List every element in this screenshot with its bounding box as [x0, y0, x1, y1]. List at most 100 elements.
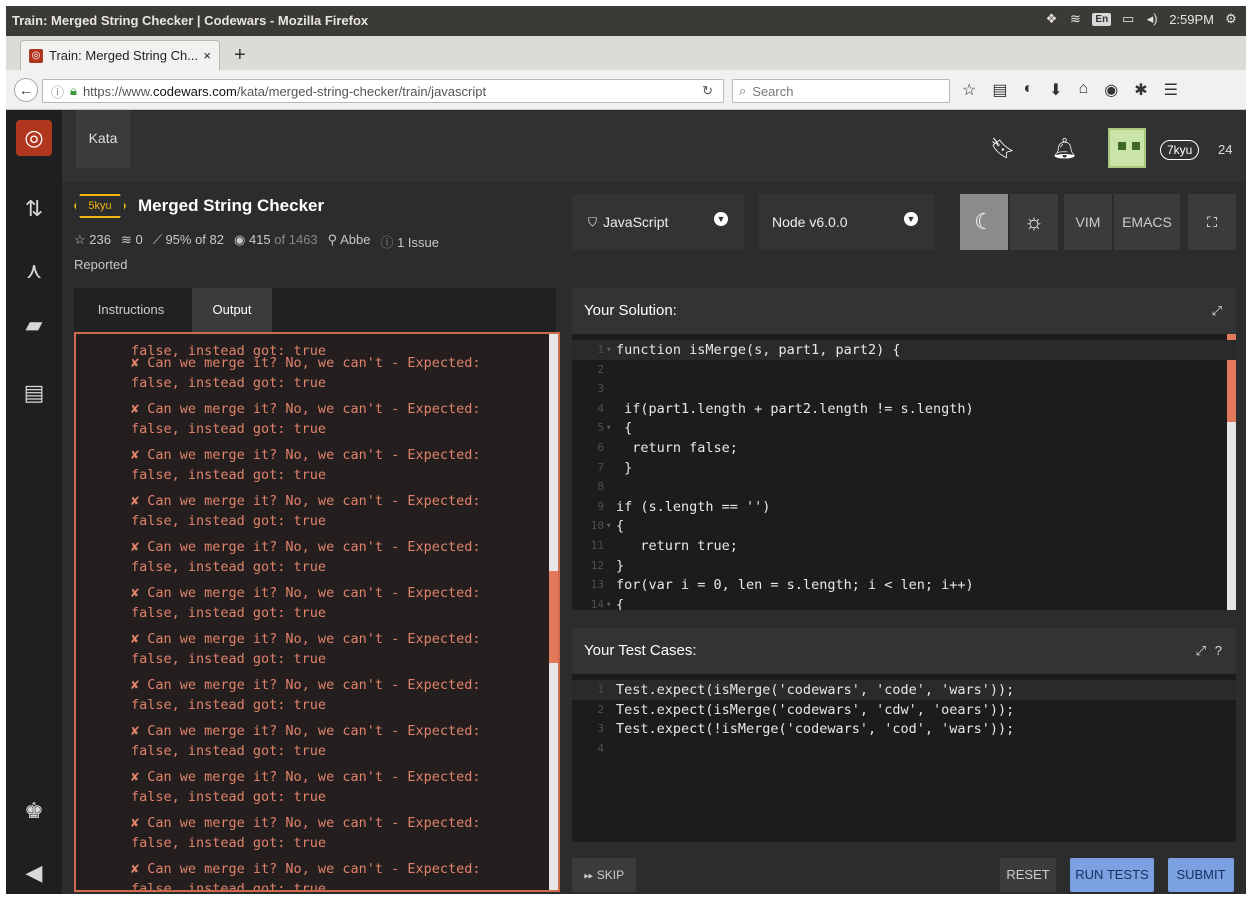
fail-detail-line: false, instead got: true — [131, 835, 327, 851]
announcements-icon[interactable]: ◀ — [6, 860, 62, 886]
fail-detail-line: false, instead got: true — [131, 421, 327, 437]
fullscreen-icon[interactable]: ⛶ — [1188, 194, 1236, 250]
expand-icon[interactable]: ⤢ — [1196, 628, 1206, 674]
output-fail-entry: ✘ Can we merge it? No, we can't - Expect… — [131, 859, 551, 890]
language-select[interactable]: ⛉ JavaScript ▼ — [572, 194, 744, 250]
code-line[interactable]: 3 — [572, 379, 1236, 399]
code-line[interactable]: 2 — [572, 360, 1236, 380]
back-arrow-icon[interactable]: ← — [14, 78, 38, 102]
issues-link[interactable]: ⓘ 1 Issue — [380, 232, 439, 251]
codewars-logo-icon[interactable]: ◎ — [16, 120, 52, 156]
line-number: 1 — [597, 683, 604, 696]
search-icon: ⌕ — [739, 83, 747, 98]
dropbox-icon[interactable]: ❖ — [1044, 11, 1058, 27]
kata-title[interactable]: Merged String Checker — [138, 196, 324, 216]
settings-gear-icon[interactable]: ⚙ — [1224, 11, 1238, 27]
author-link[interactable]: ⚲ Abbe — [328, 232, 371, 251]
kata-nav-label[interactable]: Kata — [76, 110, 130, 168]
menu-icon[interactable]: ☰ — [1164, 80, 1178, 100]
code-text: { — [616, 420, 633, 437]
home-icon[interactable]: ⌂ — [1079, 80, 1089, 100]
fail-message-line: ✘ Can we merge it? No, we can't - Expect… — [131, 677, 481, 693]
code-text: for(var i = 0, len = s.length; i < len; … — [616, 577, 974, 594]
dark-theme-moon-icon[interactable]: ☾ — [960, 194, 1008, 250]
practice-icon[interactable]: ⋏ — [6, 258, 62, 284]
completed-total: of 1463 — [274, 232, 318, 247]
fail-message-line: ✘ Can we merge it? No, we can't - Expect… — [131, 815, 481, 831]
code-line[interactable]: 1 ▾ function isMerge(s, part1, part2) { — [572, 340, 1236, 360]
wifi-icon[interactable]: ≋ — [1068, 11, 1082, 27]
reading-list-icon[interactable]: ▤ — [992, 80, 1007, 100]
code-line[interactable]: 13 for(var i = 0, len = s.length; i < len… — [572, 575, 1236, 595]
skip-button[interactable]: ⏩︎ SKIP — [572, 858, 636, 892]
pocket-icon[interactable]: ◐ — [1023, 80, 1033, 100]
training-icon[interactable]: ⇅ — [6, 196, 62, 222]
solution-editor[interactable]: 1 ▾ function isMerge(s, part1, part2) {2 3 4… — [572, 334, 1236, 610]
fold-arrow-icon[interactable]: ▾ — [606, 595, 611, 610]
line-number: 11 — [590, 539, 604, 552]
fold-arrow-icon[interactable]: ▾ — [606, 340, 611, 360]
window-title: Train: Merged String Checker | Codewars … — [12, 13, 369, 28]
collections-count[interactable]: ≋ 0 — [121, 232, 143, 251]
url-bar[interactable]: ⓘ 🔒︎ https://www. codewars.com/kata/merge… — [42, 79, 724, 103]
extensions-icon[interactable]: ✱ — [1134, 80, 1147, 100]
code-line[interactable]: 7 } — [572, 458, 1236, 478]
keyboard-layout-indicator[interactable]: En — [1092, 12, 1112, 26]
line-number: 4 — [597, 741, 604, 755]
search-input[interactable]: ⌕ Search — [732, 79, 950, 103]
code-line[interactable]: 8 — [572, 477, 1236, 497]
output-panel[interactable]: ✘ Can we merge it? No, we can't - Expect… — [74, 332, 560, 892]
clock[interactable]: 2:59PM — [1169, 12, 1214, 27]
avatar[interactable] — [1108, 128, 1146, 168]
expand-icon[interactable]: ⤢ — [1212, 288, 1222, 334]
vim-mode-button[interactable]: VIM — [1064, 194, 1112, 250]
chat-icon[interactable]: ◉ — [1104, 80, 1118, 100]
output-scrollbar[interactable] — [549, 334, 558, 890]
code-line[interactable]: 9 if (s.length == '') — [572, 497, 1236, 517]
fail-detail-line: false, instead got: true — [131, 697, 327, 713]
code-text: { — [616, 518, 625, 535]
leaderboard-trophy-icon[interactable]: ♚ — [6, 798, 62, 824]
tab-output[interactable]: Output — [192, 288, 272, 332]
output-scroll-thumb[interactable] — [549, 571, 558, 663]
code-line[interactable]: 1 Test.expect(isMerge('codewars', 'code',… — [572, 680, 1236, 700]
code-text: Test.expect(isMerge('codewars', 'code', … — [616, 682, 1015, 698]
test-cases-editor[interactable]: 1 Test.expect(isMerge('codewars', 'code',… — [572, 674, 1236, 842]
bookmark-star-icon[interactable]: ☆ — [962, 80, 976, 100]
code-line[interactable]: 11 return true; — [572, 536, 1236, 556]
tab-close-icon[interactable]: × — [203, 48, 211, 63]
code-line[interactable]: 4 — [572, 739, 1236, 759]
chevron-down-icon: ▼ — [714, 212, 728, 226]
notifications-bell-icon[interactable]: 🔔︎ — [1052, 136, 1077, 161]
reset-button[interactable]: RESET — [1000, 858, 1056, 892]
new-tab-button[interactable]: + — [234, 44, 246, 67]
code-line[interactable]: 6 return false; — [572, 438, 1236, 458]
help-icon[interactable]: ? — [1215, 628, 1222, 674]
tab-instructions[interactable]: Instructions — [74, 288, 188, 332]
fold-arrow-icon[interactable]: ▾ — [606, 516, 611, 536]
battery-icon[interactable]: ▭ — [1121, 11, 1135, 27]
reload-icon[interactable]: ↻ — [702, 83, 713, 99]
stars-count[interactable]: ☆ 236 — [74, 232, 111, 251]
code-line[interactable]: 5 ▾ { — [572, 418, 1236, 438]
code-line[interactable]: 12} — [572, 556, 1236, 576]
fold-arrow-icon[interactable]: ▾ — [606, 418, 611, 438]
docs-icon[interactable]: ▤ — [6, 380, 62, 406]
run-tests-button[interactable]: RUN TESTS — [1070, 858, 1154, 892]
code-line[interactable]: 14 ▾ { — [572, 595, 1236, 610]
volume-icon[interactable]: ◂) — [1145, 11, 1159, 27]
light-theme-sun-icon[interactable]: ☼ — [1010, 194, 1058, 250]
browser-tab[interactable]: ◎ Train: Merged String Ch... × — [20, 40, 220, 70]
code-line[interactable]: 3 Test.expect(!isMerge('codewars', 'cod',… — [572, 719, 1236, 739]
code-line[interactable]: 4 if(part1.length + part2.length != s.le… — [572, 399, 1236, 419]
download-icon[interactable]: ⬇ — [1049, 80, 1062, 100]
version-select[interactable]: Node v6.0.0 ▼ — [758, 194, 934, 250]
code-line[interactable]: 2 Test.expect(isMerge('codewars', 'cdw', … — [572, 700, 1236, 720]
browser-toolbar-icons: ☆ ▤ ◐ ⬇ ⌂ ◉ ✱ ☰ — [962, 80, 1178, 100]
bookmark-icon[interactable]: 🔖︎ — [990, 136, 1015, 161]
emacs-mode-button[interactable]: EMACS — [1114, 194, 1180, 250]
info-icon[interactable]: ⓘ — [51, 82, 64, 101]
code-line[interactable]: 10 ▾ { — [572, 516, 1236, 536]
discuss-icon[interactable]: ▰ — [6, 312, 62, 338]
submit-button[interactable]: SUBMIT — [1168, 858, 1234, 892]
